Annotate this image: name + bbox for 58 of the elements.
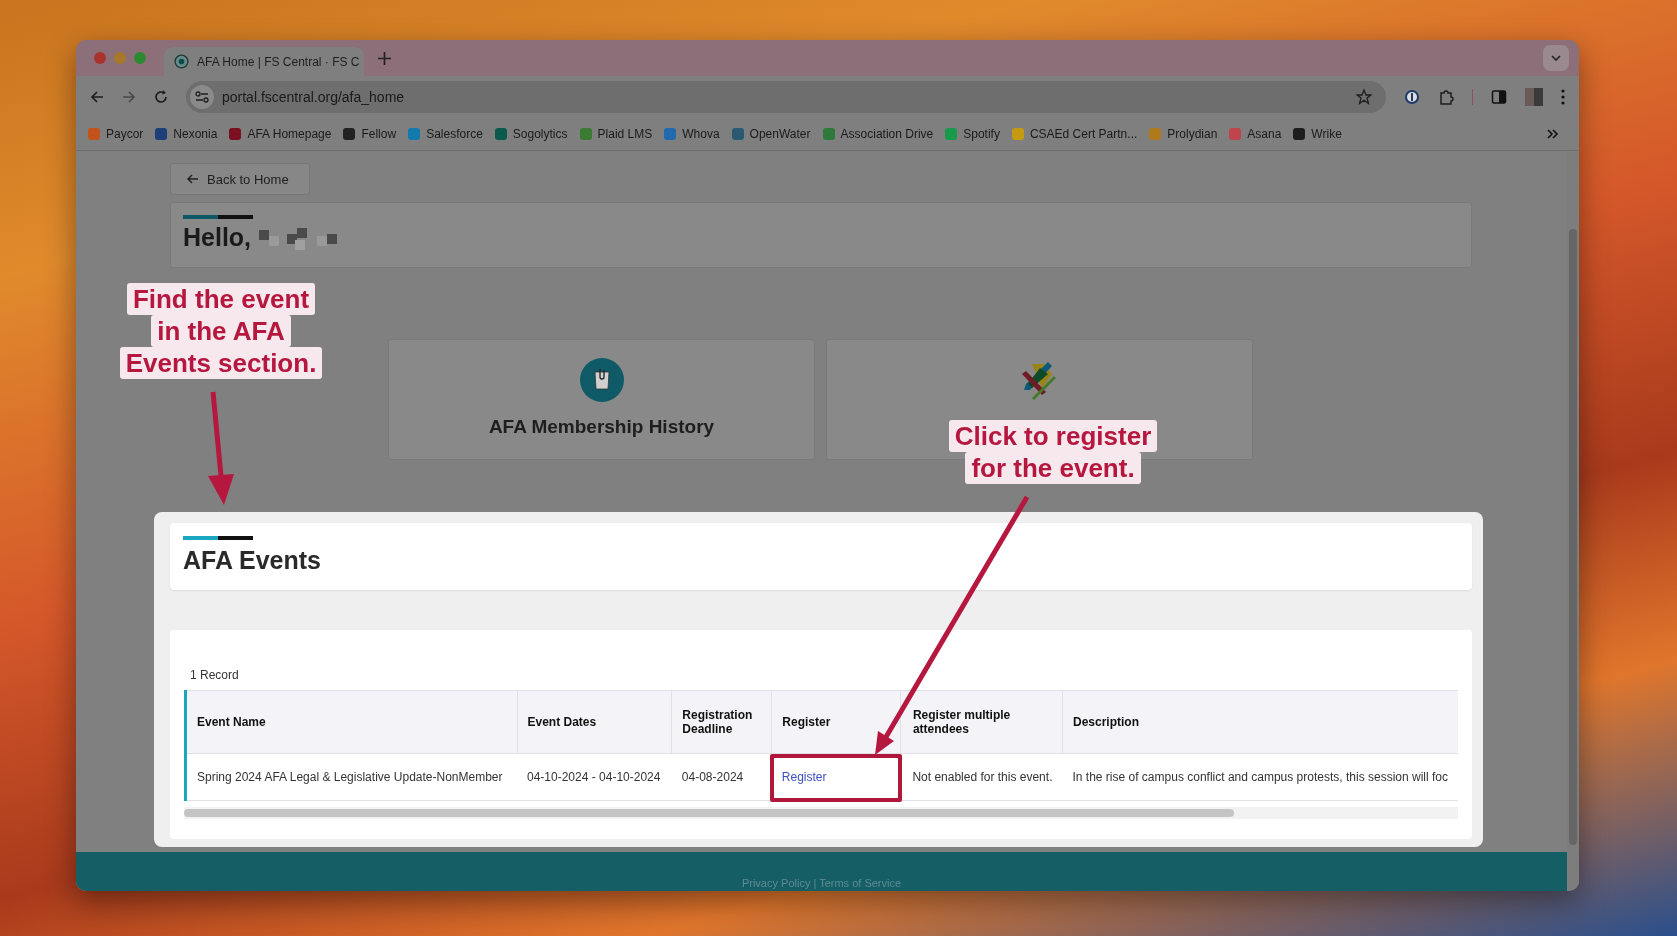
bookmark[interactable]: Paycor: [88, 127, 144, 141]
back-icon[interactable]: [90, 90, 104, 104]
section-title: AFA Events: [183, 546, 322, 575]
bookmark[interactable]: Plaid LMS: [579, 127, 653, 141]
bookmark[interactable]: Wrike: [1293, 127, 1342, 141]
star-icon[interactable]: [1356, 89, 1372, 105]
feature-card[interactable]: AFA Membership History: [388, 339, 815, 460]
extensions-icon[interactable]: [1438, 89, 1454, 105]
table-cell: Spring 2024 AFA Legal & Legislative Update-NonMember: [185, 753, 517, 801]
url-text: portal.fscentral.org/afa_home: [222, 89, 405, 105]
column-header: Register: [771, 690, 901, 754]
column-header: Registration Deadline: [671, 690, 772, 754]
menu-icon[interactable]: [1561, 89, 1565, 105]
bookmark[interactable]: Asana: [1229, 127, 1282, 141]
site-settings-icon[interactable]: [190, 85, 214, 109]
bookmark[interactable]: CSAEd Cert Partn...: [1011, 127, 1138, 141]
bookmark[interactable]: OpenWater: [731, 127, 811, 141]
column-header: Register multiple attendees: [900, 690, 1063, 754]
chevron-down-icon: [1551, 55, 1561, 61]
clipboard-icon: [579, 358, 624, 402]
bookmark[interactable]: Nexonia: [155, 127, 218, 141]
table-cell: In the rise of campus conflict and campus protests, this session will foc: [1062, 753, 1458, 801]
accent-line: [183, 536, 253, 540]
column-header: Description: [1062, 690, 1458, 754]
address-bar[interactable]: portal.fscentral.org/afa_home: [186, 81, 1386, 113]
greeting-text: Hello,: [183, 223, 252, 252]
bookmark[interactable]: Prolydian: [1149, 127, 1218, 141]
card-title: AFA Membership History: [488, 416, 715, 438]
horizontal-scrollbar[interactable]: [184, 807, 1458, 819]
register-link[interactable]: Register: [781, 770, 827, 784]
accent-line: [183, 215, 253, 219]
table-cell: 04-08-2024: [671, 753, 772, 801]
table-cell: 04-10-2024 - 04-10-2024: [517, 753, 672, 801]
bookmark[interactable]: Spotify: [945, 127, 1000, 141]
bookmark[interactable]: Fellow: [343, 127, 397, 141]
table-cell: Not enabled for this event.: [900, 753, 1063, 801]
vertical-scrollbar[interactable]: [1567, 151, 1579, 891]
bookmark[interactable]: Salesforce: [408, 127, 483, 141]
bookmark[interactable]: AFA Homepage: [229, 127, 332, 141]
site-logo-icon: [174, 54, 189, 69]
back-to-home-button[interactable]: Back to Home: [170, 163, 310, 195]
annotation-tooltip: Find the event in the AFA Events section.: [114, 283, 328, 379]
forward-icon[interactable]: [122, 90, 136, 104]
column-header: Event Dates: [517, 690, 672, 754]
bookmark[interactable]: Association Drive: [822, 127, 934, 141]
tab-search-button[interactable]: [1543, 45, 1569, 71]
column-header: Event Name: [185, 690, 517, 754]
bookmark[interactable]: Whova: [664, 127, 720, 141]
new-tab-icon[interactable]: [378, 51, 391, 65]
record-count: 1 Record: [190, 668, 240, 682]
bookmark[interactable]: Sogolytics: [494, 127, 568, 141]
arrow-left-icon: [187, 174, 199, 184]
browser-tab[interactable]: AFA Home | FS Central · FS C: [164, 47, 364, 76]
reload-icon[interactable]: [154, 90, 168, 104]
password-manager-icon[interactable]: [1404, 89, 1420, 105]
more-bookmarks-icon[interactable]: [1547, 129, 1559, 139]
side-panel-icon[interactable]: [1491, 89, 1507, 105]
annotation-tooltip: Click to register for the event.: [940, 420, 1166, 484]
